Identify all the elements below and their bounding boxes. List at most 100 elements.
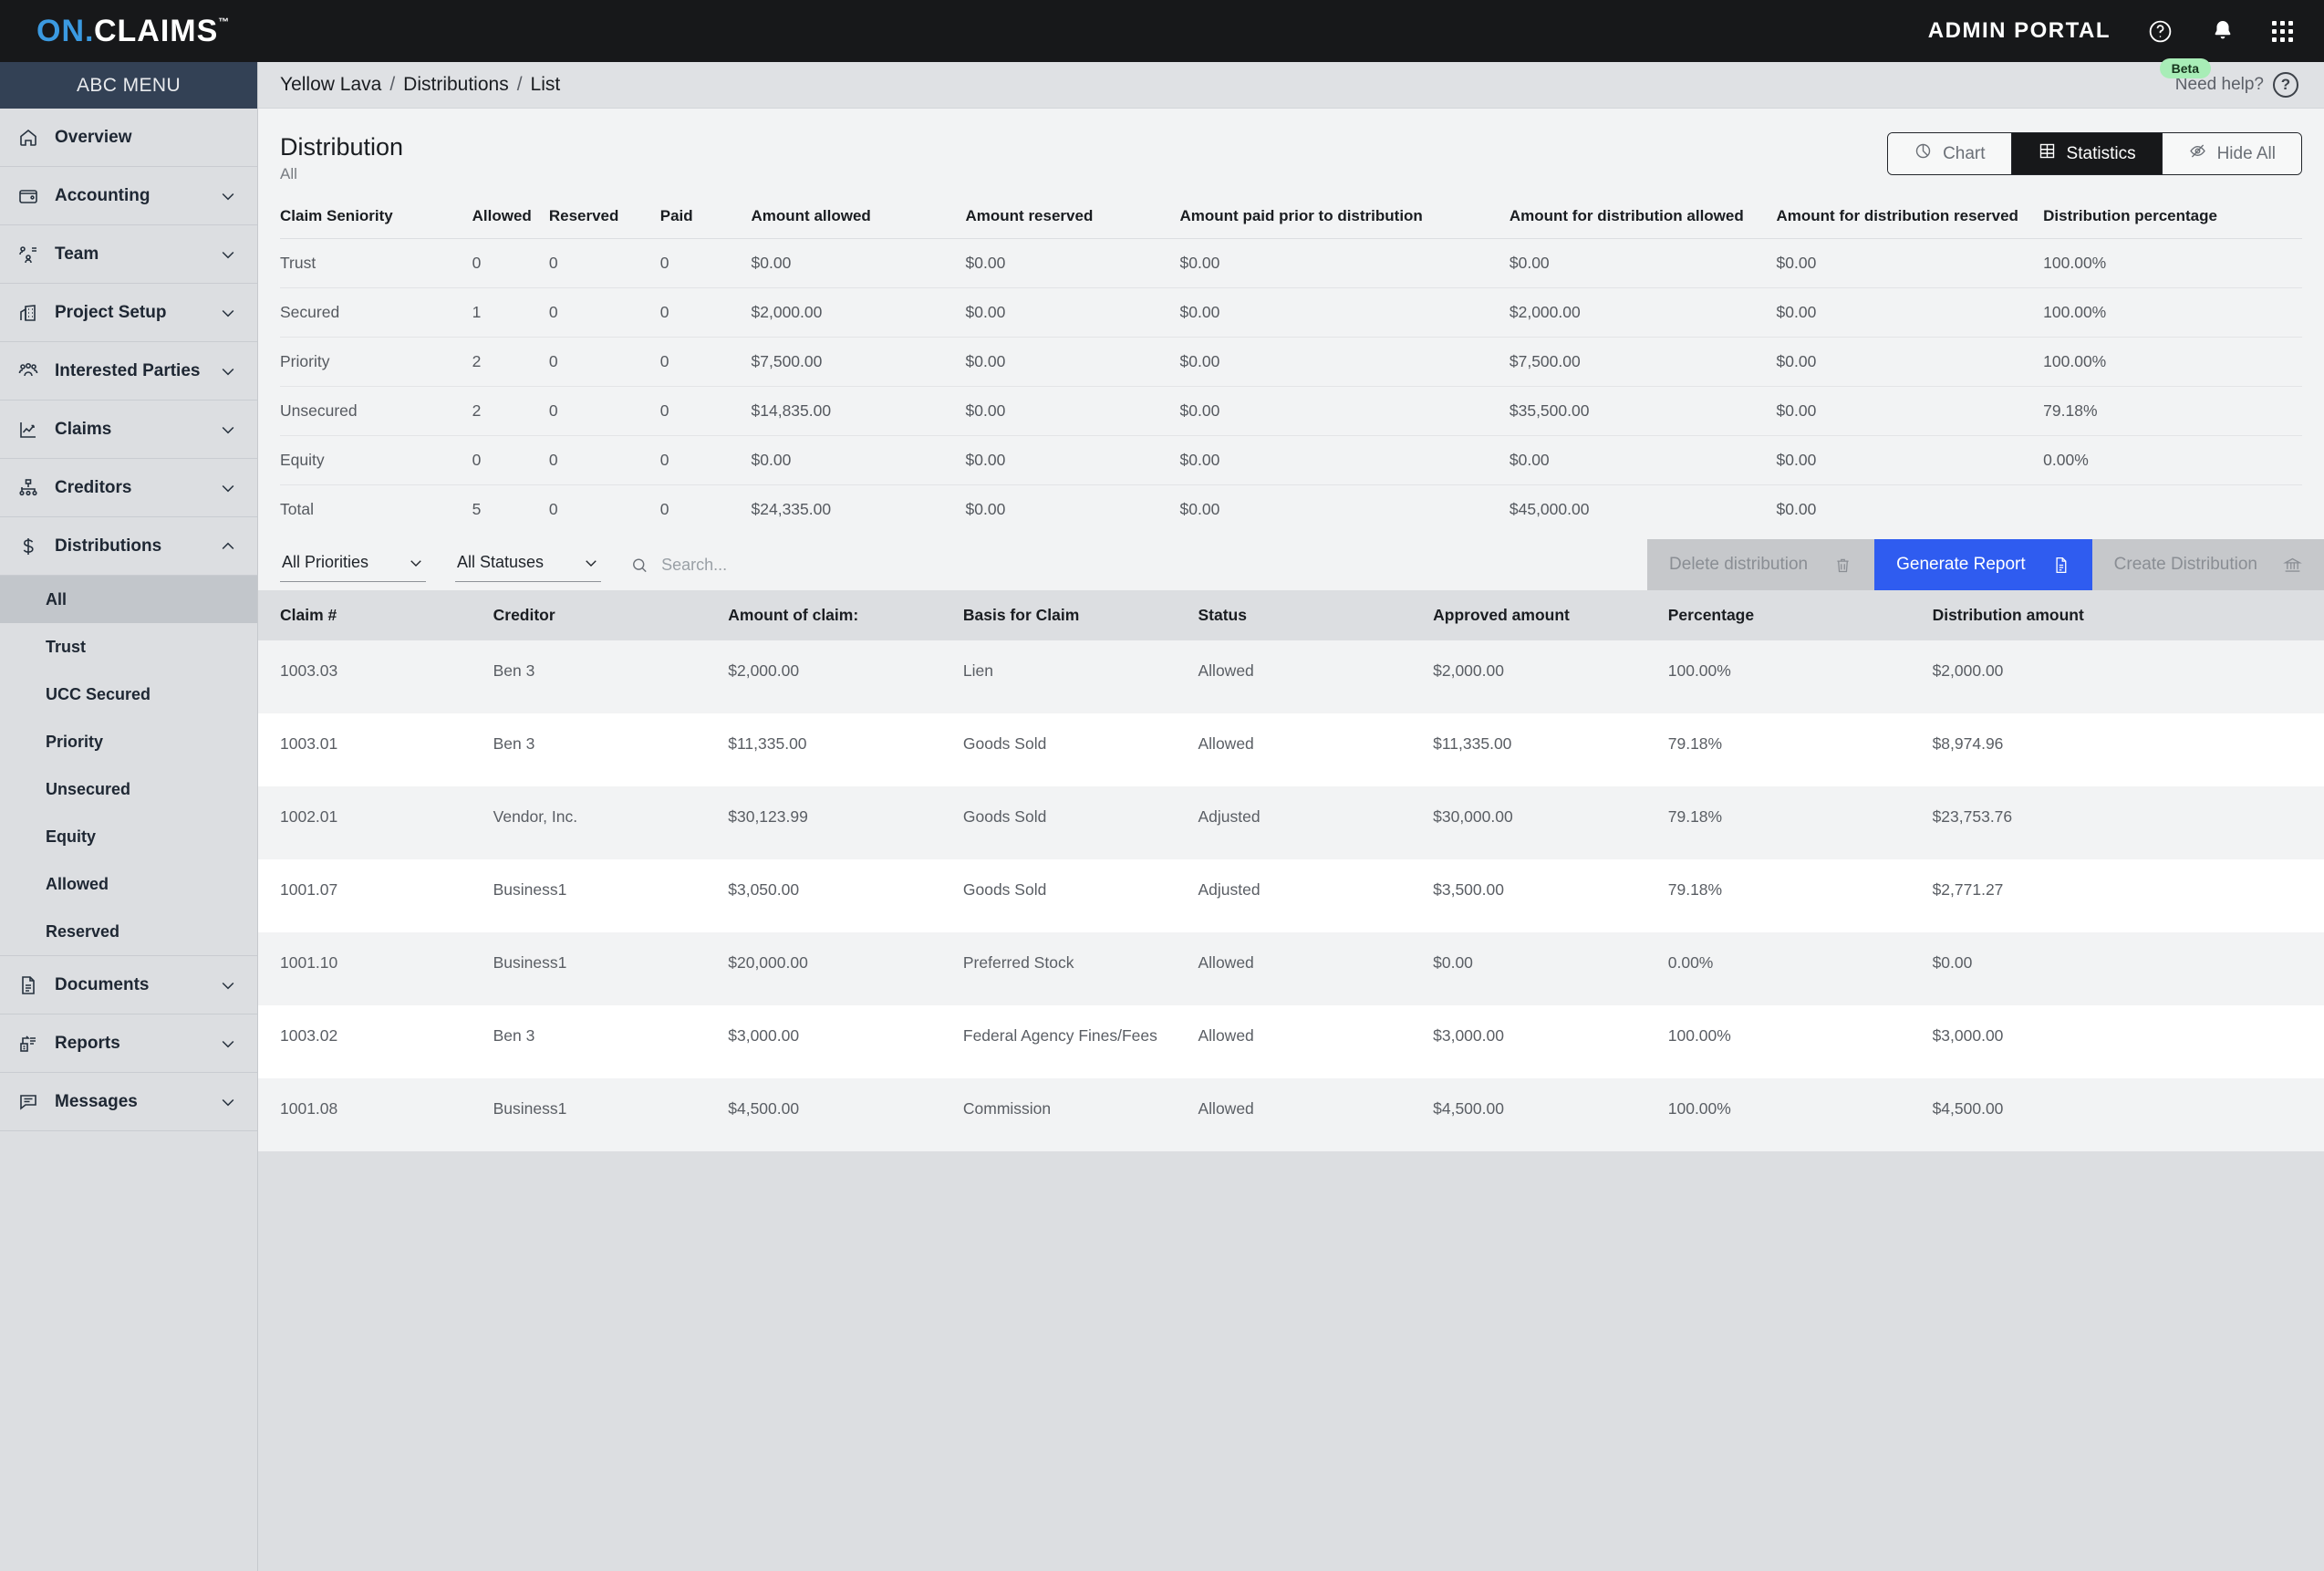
priority-filter-select[interactable]: All Priorities (280, 547, 426, 583)
claims-section: Claim # Creditor Amount of claim: Basis … (258, 590, 2324, 1571)
sidebar-item-messages[interactable]: Messages (0, 1073, 257, 1131)
claim-cell: Goods Sold (962, 880, 1047, 900)
stats-cell: $0.00 (965, 287, 1180, 338)
chevron-up-icon[interactable] (219, 537, 237, 556)
stats-cell: Priority (280, 337, 472, 388)
sidebar-item-distributions[interactable]: Distributions (0, 517, 257, 576)
chevron-down-icon[interactable] (219, 187, 237, 205)
delete-distribution-button[interactable]: Delete distribution (1647, 539, 1875, 591)
table-row[interactable]: 1001.07 Business1 $3,050.00 Goods Sold A… (258, 859, 2324, 933)
claims-col-amount-of-claim[interactable]: Amount of claim: (728, 590, 963, 641)
table-row[interactable]: 1003.03 Ben 3 $2,000.00 Lien Allowed $2,… (258, 640, 2324, 714)
page-subtitle: All (280, 165, 297, 183)
table-row[interactable]: 1001.10 Business1 $20,000.00 Preferred S… (258, 932, 2324, 1006)
stats-cell: $0.00 (1776, 435, 2044, 486)
claim-cell: 100.00% (1667, 1099, 1731, 1118)
tab-statistics[interactable]: Statistics (2011, 133, 2163, 174)
create-distribution-button[interactable]: Create Distribution (2091, 539, 2324, 591)
sidebar-subitem-reserved[interactable]: Reserved (0, 908, 257, 955)
breadcrumb-item-1[interactable]: Distributions (403, 74, 509, 96)
chevron-down-icon[interactable] (219, 976, 237, 994)
help-circle-icon[interactable] (2147, 18, 2174, 45)
search-input[interactable] (661, 555, 1387, 575)
chevron-down-icon[interactable] (219, 304, 237, 322)
table-row[interactable]: 1002.01 Vendor, Inc. $30,123.99 Goods So… (258, 786, 2324, 860)
claim-cell: 1003.01 (280, 734, 338, 754)
file-text-icon (2056, 557, 2067, 573)
claim-cell: 1001.07 (280, 880, 338, 900)
claims-col-distribution-amount[interactable]: Distribution amount (1932, 590, 2324, 641)
page-title: Distribution (280, 133, 404, 161)
chevron-down-icon[interactable] (219, 421, 237, 439)
status-filter-select[interactable]: All Statuses (455, 547, 601, 583)
page-header: Distribution All Chart Statistics Hide A… (258, 109, 2324, 194)
stats-cell: $0.00 (965, 238, 1180, 289)
chevron-down-icon[interactable] (219, 245, 237, 264)
admin-portal-label[interactable]: ADMIN PORTAL (1928, 18, 2111, 44)
claim-cell: $0.00 (1932, 953, 1973, 973)
sidebar-item-reports[interactable]: Reports (0, 1014, 257, 1073)
sidebar-item-interested-parties[interactable]: Interested Parties (0, 342, 257, 401)
sidebar-item-claims[interactable]: Claims (0, 401, 257, 459)
table-row[interactable]: 1001.08 Business1 $4,500.00 Commission A… (258, 1078, 2324, 1152)
claim-cell: $2,000.00 (1433, 661, 1504, 681)
sidebar-subitem-trust[interactable]: Trust (0, 623, 257, 671)
sidebar-item-label: Claims (55, 419, 112, 439)
tab-chart[interactable]: Chart (1888, 133, 2012, 174)
stats-cell: $0.00 (1179, 435, 1510, 486)
sidebar-item-label: Creditors (55, 477, 132, 497)
sidebar-subitem-ucc-secured[interactable]: UCC Secured (0, 671, 257, 718)
sidebar-item-project-setup[interactable]: Project Setup (0, 284, 257, 342)
chevron-down-icon[interactable] (219, 1035, 237, 1053)
stats-cell: $2,000.00 (751, 287, 966, 338)
sidebar-subitem-equity[interactable]: Equity (0, 813, 257, 860)
main-area: Yellow Lava / Distributions / List Beta … (258, 58, 2324, 1571)
stats-cell: Equity (280, 435, 472, 486)
breadcrumb-item-2[interactable]: List (531, 74, 561, 96)
claims-col-claim-number[interactable]: Claim # (258, 590, 493, 641)
content-panel: Distribution All Chart Statistics Hide A… (258, 109, 2324, 1571)
pie-chart-icon (1914, 141, 1933, 166)
sidebar-item-creditors[interactable]: Creditors (0, 459, 257, 517)
app-logo[interactable]: ON. CLAIMS ™ (36, 14, 230, 49)
help-question-icon[interactable]: ? (2273, 72, 2298, 98)
sidebar-subitem-all[interactable]: All (0, 576, 257, 623)
claims-col-status[interactable]: Status (1198, 590, 1434, 641)
sidebar-item-overview[interactable]: Overview (0, 109, 257, 167)
chevron-down-icon[interactable] (219, 362, 237, 380)
table-row[interactable]: 1003.02 Ben 3 $3,000.00 Federal Agency F… (258, 1005, 2324, 1079)
stats-col-amount-allowed: Amount allowed (751, 194, 966, 240)
sidebar-subitem-allowed[interactable]: Allowed (0, 860, 257, 908)
tab-hide-all-label: Hide All (2216, 143, 2276, 163)
claims-col-creditor[interactable]: Creditor (493, 590, 729, 641)
sidebar-item-accounting[interactable]: Accounting (0, 167, 257, 225)
bell-icon[interactable] (2210, 18, 2236, 44)
breadcrumb-item-0[interactable]: Yellow Lava (280, 74, 381, 96)
generate-report-label: Generate Report (1896, 555, 2026, 575)
claims-col-approved-amount[interactable]: Approved amount (1433, 590, 1668, 641)
sidebar-subitem-unsecured[interactable]: Unsecured (0, 765, 257, 813)
chevron-down-icon[interactable] (219, 1093, 237, 1111)
table-row: Unsecured 2 0 0 $14,835.00 $0.00 $0.00 $… (280, 386, 2302, 437)
stats-cell: $0.00 (1776, 337, 2044, 388)
sidebar-item-documents[interactable]: Documents (0, 956, 257, 1014)
chevron-down-icon[interactable] (219, 479, 237, 497)
logo-dot: . (85, 13, 94, 48)
claims-col-basis-for-claim[interactable]: Basis for Claim (962, 590, 1198, 641)
stats-col-paid: Paid (659, 194, 752, 240)
generate-report-button[interactable]: Generate Report (1874, 539, 2092, 591)
stats-cell: 0 (472, 435, 549, 486)
sidebar-item-label: Interested Parties (55, 360, 201, 380)
stats-cell: 0 (659, 238, 752, 289)
tab-hide-all[interactable]: Hide All (2162, 133, 2301, 174)
statistics-table: Claim Seniority Allowed Reserved Paid Am… (280, 194, 2302, 534)
sidebar-subitem-priority[interactable]: Priority (0, 718, 257, 765)
stats-col-amount-reserved: Amount reserved (965, 194, 1180, 240)
sidebar-item-team[interactable]: Team (0, 225, 257, 284)
claims-col-percentage[interactable]: Percentage (1667, 590, 1933, 641)
sidebar-item-label: Overview (55, 127, 132, 147)
stats-cell: $7,500.00 (751, 337, 966, 388)
table-row[interactable]: 1003.01 Ben 3 $11,335.00 Goods Sold Allo… (258, 713, 2324, 787)
apps-grid-icon[interactable] (2272, 20, 2293, 42)
stats-cell: $2,000.00 (1509, 287, 1777, 338)
